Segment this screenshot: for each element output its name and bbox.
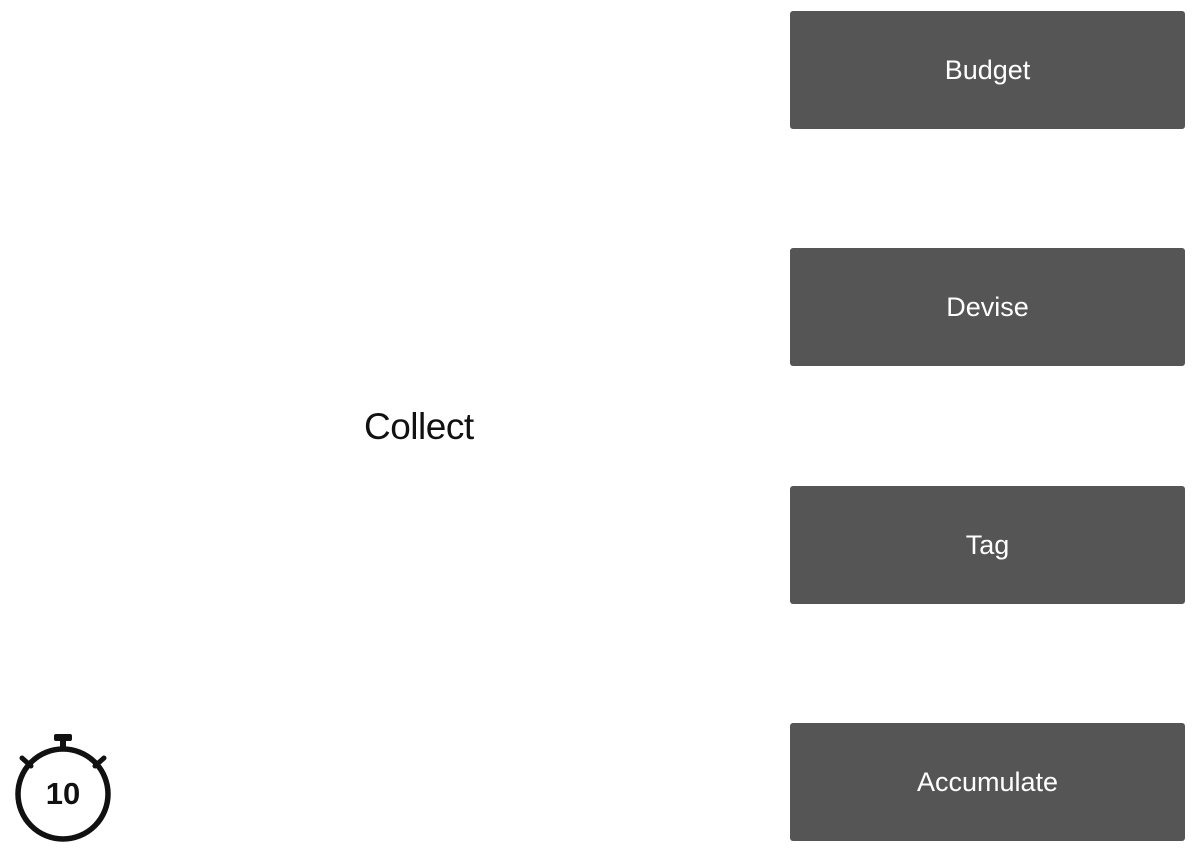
prompt-word: Collect — [364, 406, 474, 447]
countdown-timer: 10 — [10, 730, 116, 846]
answer-option-devise[interactable]: Devise — [790, 248, 1185, 366]
timer-value: 10 — [45, 776, 81, 811]
answer-option-accumulate[interactable]: Accumulate — [790, 723, 1185, 841]
answer-option-tag[interactable]: Tag — [790, 486, 1185, 604]
answer-option-budget[interactable]: Budget — [790, 11, 1185, 129]
